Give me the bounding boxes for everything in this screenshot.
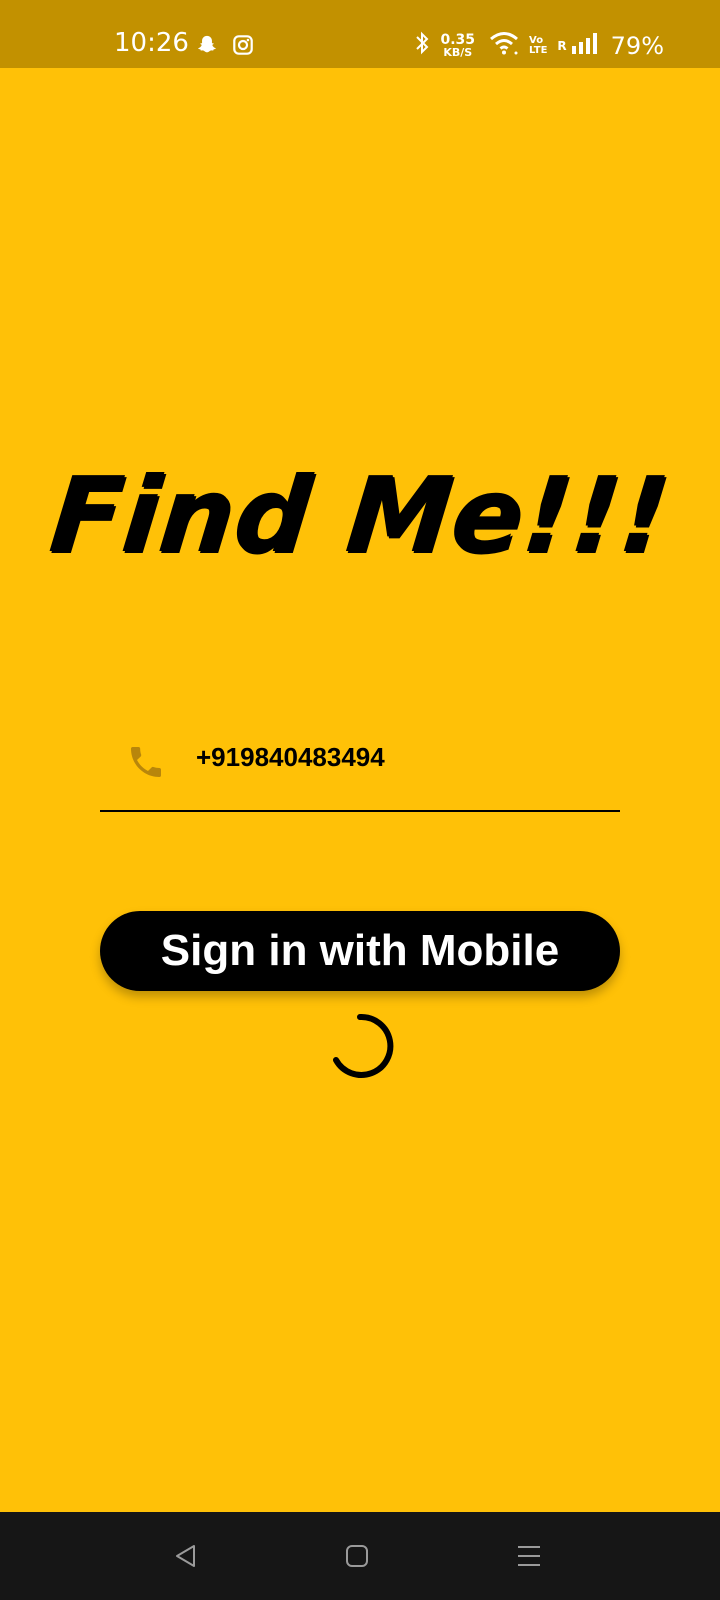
back-icon[interactable] bbox=[166, 1536, 206, 1576]
menu-icon[interactable] bbox=[509, 1536, 549, 1576]
home-icon[interactable] bbox=[337, 1536, 377, 1576]
snapchat-icon bbox=[196, 34, 218, 61]
signal-icon bbox=[571, 31, 601, 60]
instagram-icon bbox=[232, 34, 254, 61]
system-status: 0.35 KB/S Vo LTE R 79% bbox=[414, 30, 664, 61]
phone-number-input[interactable] bbox=[196, 742, 596, 772]
app-title: Find Me!!! bbox=[44, 454, 676, 576]
status-bar: 10:26 0.35 KB/S Vo LTE R 79% bbox=[0, 0, 720, 68]
network-speed-value: 0.35 bbox=[440, 32, 476, 48]
volte-top: Vo bbox=[529, 34, 544, 46]
roaming-indicator: R bbox=[557, 38, 567, 53]
loading-spinner bbox=[326, 1008, 402, 1084]
navigation-bar bbox=[0, 1512, 720, 1600]
app-screen: 10:26 0.35 KB/S Vo LTE R 79% Find Me!!! … bbox=[0, 0, 720, 1600]
volte-indicator: Vo LTE bbox=[529, 34, 548, 56]
status-time: 10:26 bbox=[114, 28, 189, 58]
network-speed-unit: KB/S bbox=[443, 46, 473, 59]
sign-in-with-mobile-button[interactable]: Sign in with Mobile bbox=[100, 911, 620, 991]
network-speed: 0.35 KB/S bbox=[440, 33, 475, 58]
battery-level: 79% bbox=[610, 31, 664, 60]
bluetooth-icon bbox=[414, 30, 430, 61]
phone-number-field[interactable] bbox=[100, 718, 620, 812]
volte-bottom: LTE bbox=[529, 44, 548, 56]
phone-icon bbox=[126, 742, 166, 782]
wifi-icon bbox=[489, 31, 519, 60]
notification-icons bbox=[196, 34, 254, 61]
